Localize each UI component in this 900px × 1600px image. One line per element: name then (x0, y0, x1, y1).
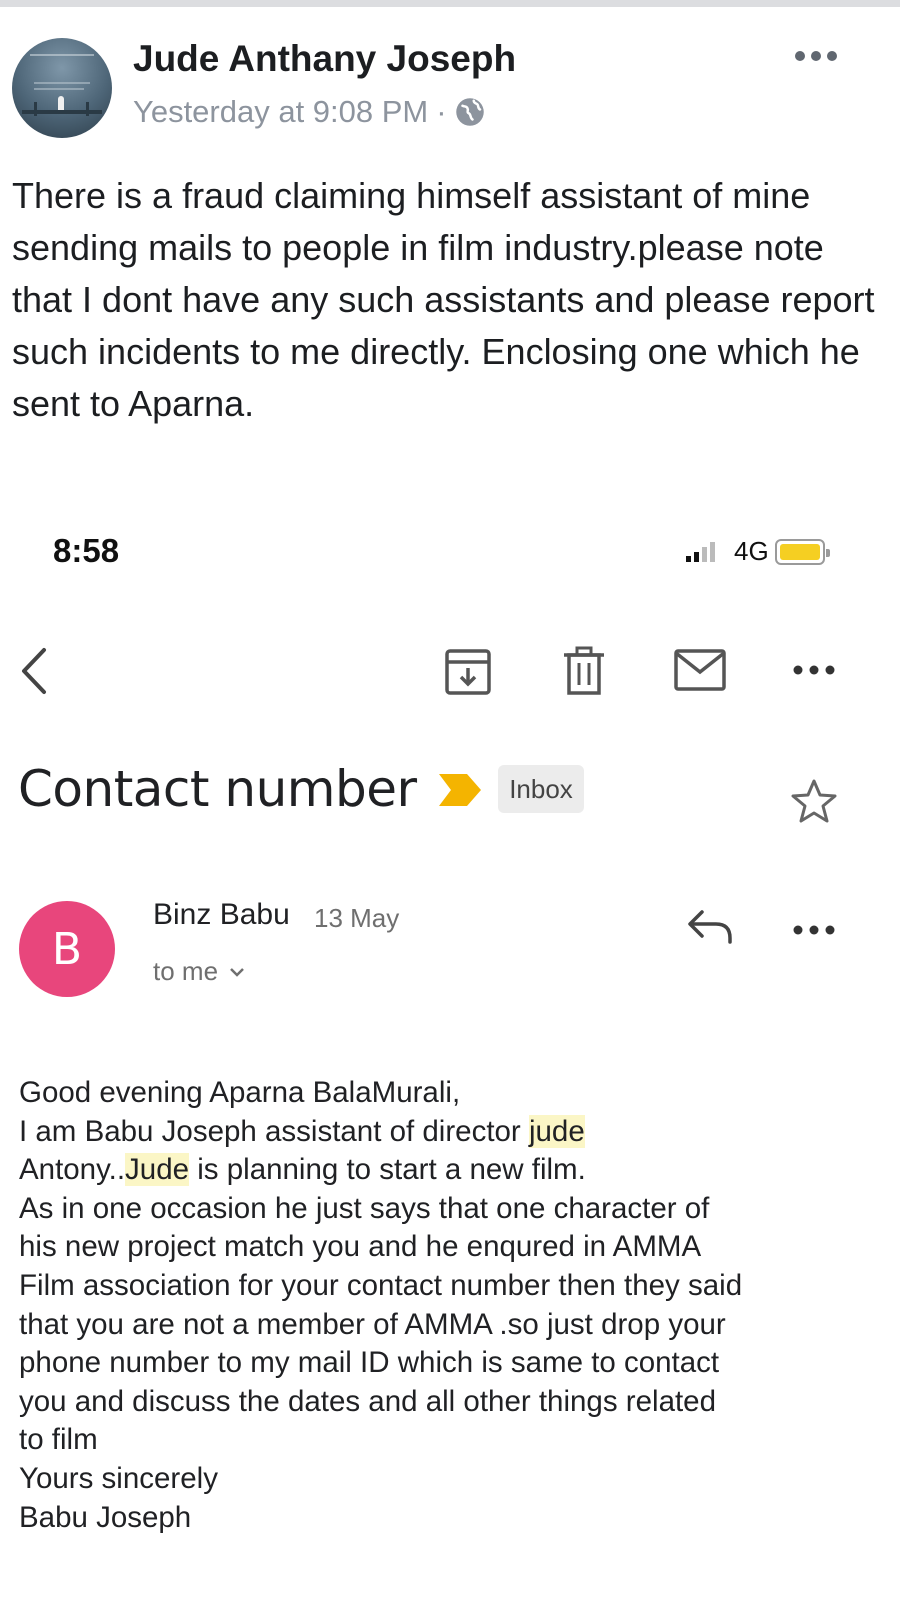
email-body: Good evening Aparna BalaMurali, I am Bab… (19, 1074, 879, 1537)
globe-icon[interactable] (455, 97, 485, 127)
archive-icon[interactable] (443, 647, 493, 697)
body-line: is planning to start a new film. (189, 1153, 586, 1187)
body-line: Antony.. (19, 1153, 126, 1187)
battery-level (779, 543, 820, 560)
signal-icon (686, 541, 715, 562)
star-icon[interactable] (790, 778, 838, 824)
chevron-down-icon (230, 967, 244, 977)
more-horizontal-icon[interactable] (793, 38, 839, 74)
post-meta: Yesterday at 9:08 PM · (133, 94, 485, 130)
battery-nub (825, 548, 830, 557)
avatar-pier-post (86, 102, 89, 116)
highlighted-term: jude (528, 1114, 585, 1148)
mark-unread-icon[interactable] (673, 648, 727, 692)
avatar-poster-detail (30, 54, 94, 76)
sender-avatar[interactable]: B (19, 901, 115, 997)
phone-status-icons: 4G (684, 536, 830, 567)
avatar-poster-detail (34, 88, 84, 90)
importance-marker-icon[interactable] (437, 772, 483, 808)
highlighted-term: Jude (125, 1153, 190, 1187)
reply-icon[interactable] (686, 906, 734, 946)
top-divider (0, 0, 900, 7)
meta-separator: · (436, 94, 447, 129)
avatar-pier-post (34, 102, 37, 116)
more-horizontal-icon[interactable] (790, 918, 838, 942)
email-date: 13 May (314, 903, 400, 933)
body-paragraph: As in one occasion he just says that one… (19, 1191, 743, 1534)
avatar-poster-detail (34, 82, 90, 84)
more-horizontal-icon[interactable] (790, 658, 838, 682)
recipient-label: to me (153, 956, 219, 986)
phone-status-time: 8:58 (53, 532, 120, 569)
post-body-text: There is a fraud claiming himself assist… (12, 175, 875, 424)
battery-icon (774, 538, 830, 565)
post-author-name[interactable]: Jude Anthany Joseph (133, 38, 516, 80)
delete-icon[interactable] (560, 645, 608, 697)
sender-name[interactable]: Binz Babu (153, 898, 290, 932)
inbox-label-chip[interactable]: Inbox (498, 765, 584, 813)
author-avatar[interactable] (12, 38, 112, 138)
recipient-details[interactable]: to me (153, 956, 246, 987)
network-type: 4G (734, 536, 769, 566)
back-icon[interactable] (16, 646, 52, 696)
body-line: Good evening Aparna BalaMurali, (19, 1076, 461, 1109)
body-line: I am Babu Joseph assistant of director (19, 1114, 529, 1148)
email-subject: Contact number (18, 760, 417, 818)
avatar-figure (58, 96, 64, 110)
post-timestamp[interactable]: Yesterday at 9:08 PM (133, 94, 428, 130)
